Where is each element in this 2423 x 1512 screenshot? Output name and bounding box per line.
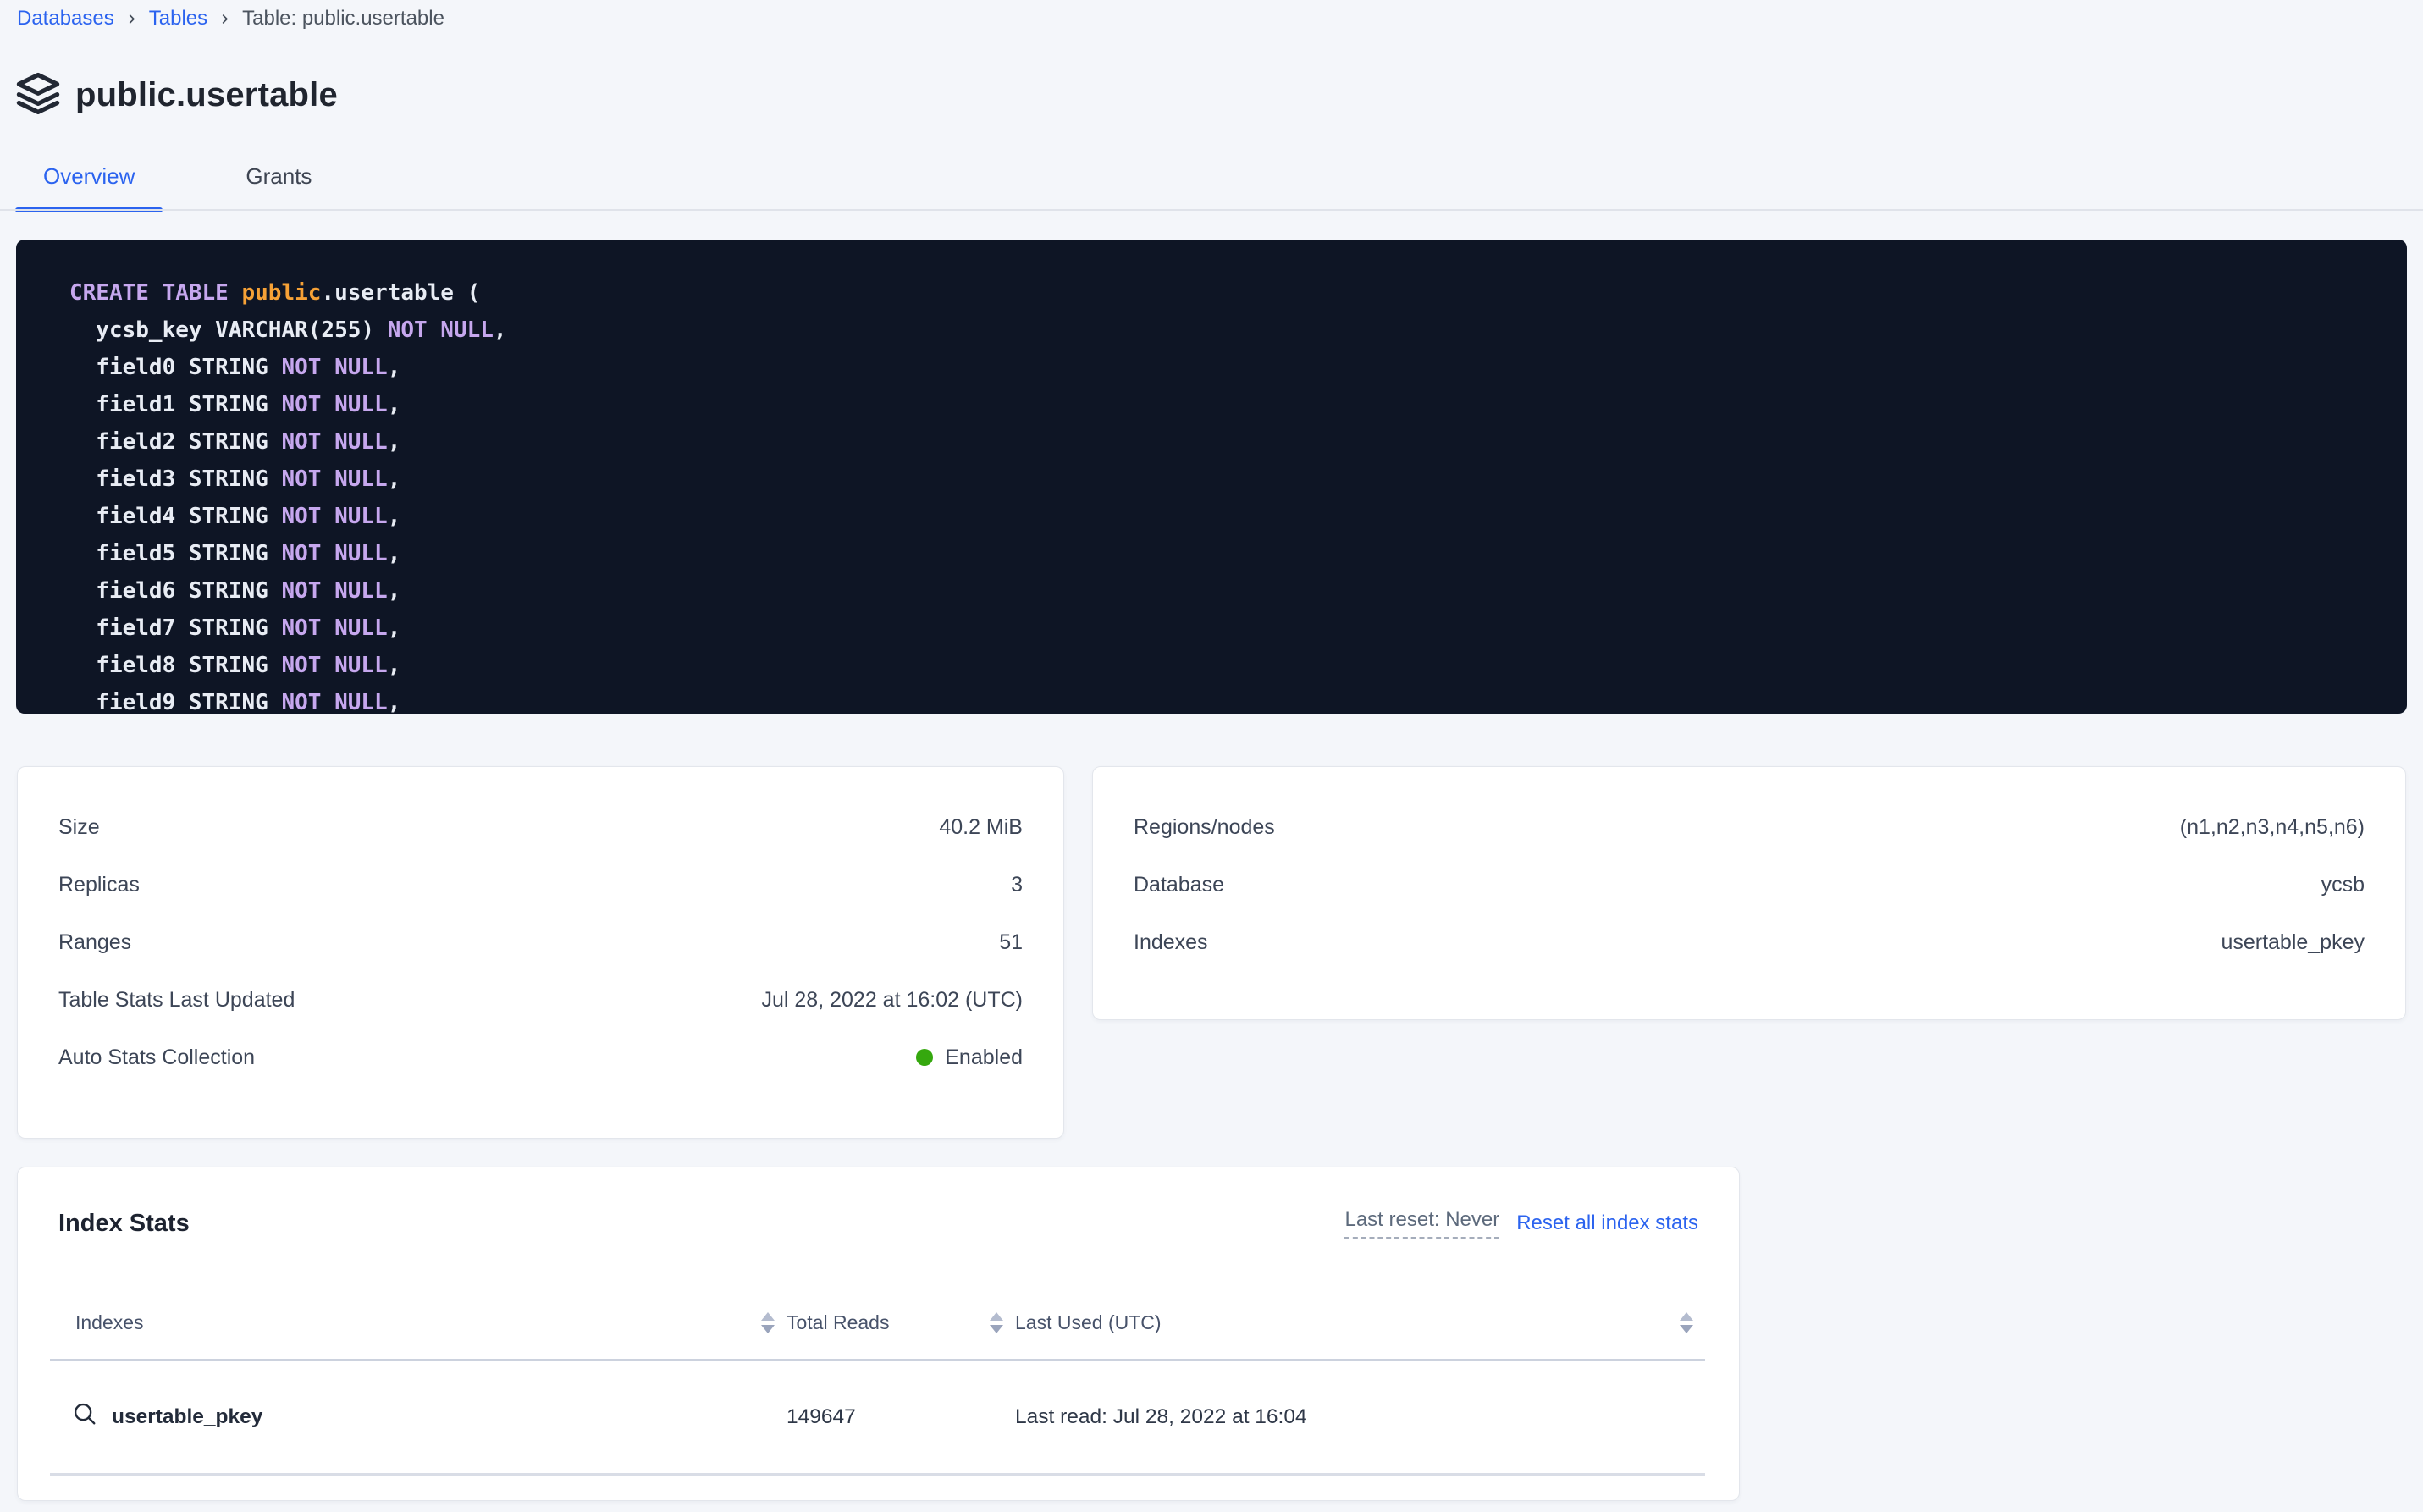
table-row: usertable_pkey 149647 Last read: Jul 28,… xyxy=(50,1360,1705,1474)
last-used-value: Last read: Jul 28, 2022 at 16:04 xyxy=(1015,1360,1705,1474)
breadcrumb-link-databases[interactable]: Databases xyxy=(17,7,114,30)
sort-icon xyxy=(1680,1312,1693,1333)
stat-label: Size xyxy=(58,815,100,840)
tab-grants[interactable]: Grants xyxy=(218,152,339,212)
create-table-sql-block: CREATE TABLE public.usertable ( ycsb_key… xyxy=(16,240,2407,714)
chevron-right-icon xyxy=(218,13,231,25)
tab-grants-label: Grants xyxy=(246,163,312,189)
index-stats-controls: Last reset: Never Reset all index stats xyxy=(1344,1208,1698,1239)
tab-overview-label: Overview xyxy=(43,163,135,189)
index-stats-header: Index Stats Last reset: Never Reset all … xyxy=(58,1208,1698,1239)
breadcrumb: Databases Tables Table: public.usertable xyxy=(17,7,444,30)
table-details-card: Size 40.2 MiB Replicas 3 Ranges 51 Table… xyxy=(17,766,1064,1139)
stat-value: (n1,n2,n3,n4,n5,n6) xyxy=(2180,815,2365,840)
column-header-last-used[interactable]: Last Used (UTC) xyxy=(1015,1288,1705,1360)
table-header-row: Indexes Total Reads Last Used (UTC) xyxy=(50,1288,1705,1360)
stat-value: 3 xyxy=(1011,873,1023,897)
table-location-card: Regions/nodes (n1,n2,n3,n4,n5,n6) Databa… xyxy=(1092,766,2406,1020)
index-stats-title: Index Stats xyxy=(58,1210,190,1238)
tab-overview[interactable]: Overview xyxy=(15,152,163,212)
stat-value: 51 xyxy=(999,930,1023,955)
breadcrumb-link-tables[interactable]: Tables xyxy=(149,7,207,30)
column-label: Last Used (UTC) xyxy=(1015,1311,1162,1334)
sort-icon xyxy=(761,1312,775,1333)
sort-icon xyxy=(990,1312,1003,1333)
stat-row-indexes: Indexes usertable_pkey xyxy=(1134,913,2365,971)
stat-value: usertable_pkey xyxy=(2221,930,2365,955)
chevron-right-icon xyxy=(125,13,138,25)
stat-label: Ranges xyxy=(58,930,131,955)
reset-index-stats-link[interactable]: Reset all index stats xyxy=(1516,1211,1698,1235)
column-label: Indexes xyxy=(75,1311,144,1334)
stat-row-auto-stats: Auto Stats Collection Enabled xyxy=(58,1029,1023,1086)
status-dot-icon xyxy=(916,1049,933,1066)
page-title: public.usertable xyxy=(75,76,338,114)
total-reads-value: 149647 xyxy=(787,1360,1015,1474)
last-reset-text: Last reset: Never xyxy=(1344,1208,1499,1239)
column-label: Total Reads xyxy=(787,1311,889,1334)
column-header-total-reads[interactable]: Total Reads xyxy=(787,1288,1015,1360)
stat-value: 40.2 MiB xyxy=(939,815,1023,840)
page-header: public.usertable xyxy=(14,71,338,119)
search-icon xyxy=(72,1401,97,1432)
breadcrumb-current: Table: public.usertable xyxy=(242,7,444,30)
index-name: usertable_pkey xyxy=(112,1405,262,1429)
layers-icon xyxy=(14,71,62,119)
stat-row-size: Size 40.2 MiB xyxy=(58,798,1023,856)
column-header-indexes[interactable]: Indexes xyxy=(50,1288,787,1360)
stat-label: Regions/nodes xyxy=(1134,815,1275,840)
stat-row-regions: Regions/nodes (n1,n2,n3,n4,n5,n6) xyxy=(1134,798,2365,856)
index-link-usertable-pkey[interactable]: usertable_pkey xyxy=(50,1401,787,1432)
stat-label: Table Stats Last Updated xyxy=(58,988,295,1013)
index-stats-card: Index Stats Last reset: Never Reset all … xyxy=(17,1167,1740,1501)
stat-value: ycsb xyxy=(2321,873,2365,897)
status-badge: Enabled xyxy=(916,1046,1023,1070)
stat-row-stats-updated: Table Stats Last Updated Jul 28, 2022 at… xyxy=(58,971,1023,1029)
stat-row-ranges: Ranges 51 xyxy=(58,913,1023,971)
stat-label: Indexes xyxy=(1134,930,1208,955)
stat-label: Database xyxy=(1134,873,1224,897)
stat-label: Replicas xyxy=(58,873,140,897)
index-stats-table: Indexes Total Reads Last Used (UTC) xyxy=(50,1288,1705,1476)
stat-row-database: Database ycsb xyxy=(1134,856,2365,913)
stat-value: Jul 28, 2022 at 16:02 (UTC) xyxy=(762,988,1024,1013)
tab-bar: Overview Grants xyxy=(15,152,339,212)
stat-row-replicas: Replicas 3 xyxy=(58,856,1023,913)
tabbar-divider xyxy=(0,209,2423,211)
stat-label: Auto Stats Collection xyxy=(58,1046,255,1070)
